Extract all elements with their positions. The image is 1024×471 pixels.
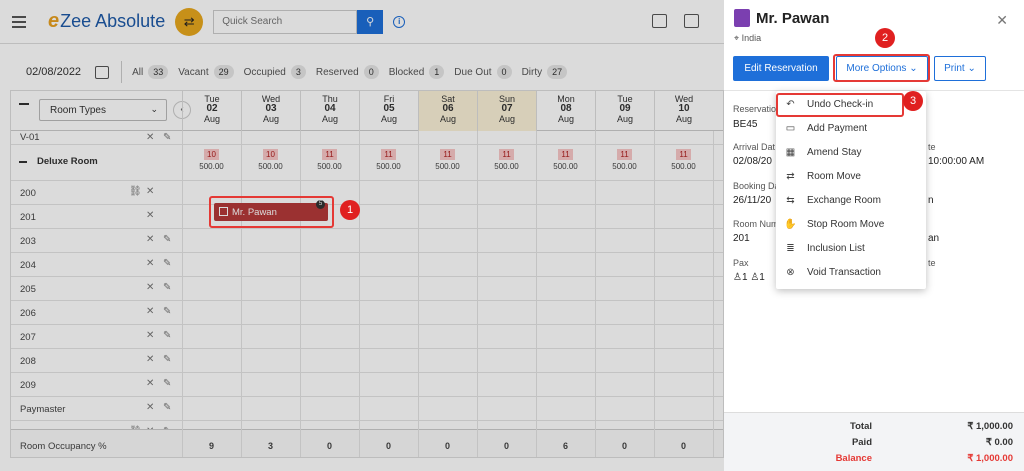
menu-item-exchange-room[interactable]: ⇆ Exchange Room	[776, 189, 926, 213]
room-number-value: 201	[733, 233, 750, 244]
void-icon: ⊗	[786, 267, 795, 278]
totals-section: Total ₹ 1,000.00 Paid ₹ 0.00 Balance ₹ 1,00…	[724, 412, 1024, 471]
arrival-label: Arrival Dat	[733, 142, 776, 152]
step-badge-2: 2	[875, 28, 895, 48]
hand-icon: ✋	[784, 219, 797, 230]
menu-item-inclusion-list[interactable]: ≣ Inclusion List	[776, 237, 926, 261]
location-icon: ⌖	[734, 33, 740, 43]
close-icon[interactable]: ✕	[996, 12, 1008, 29]
menu-item-room-move[interactable]: ⇄ Room Move	[776, 165, 926, 189]
menu-item-label: Exchange Room	[807, 195, 881, 206]
booking-date-value: 26/11/20	[733, 195, 772, 206]
modal-backdrop[interactable]	[0, 0, 724, 471]
arrival-value: 02/08/20	[733, 156, 772, 167]
departure-label: te	[928, 142, 936, 152]
guest-country: ⌖ India	[734, 33, 762, 43]
menu-item-label: Add Payment	[807, 123, 868, 134]
card-icon: ▭	[785, 123, 796, 134]
exchange-icon: ⇆	[786, 195, 795, 206]
booking-highlight	[209, 196, 334, 228]
more-options-highlight	[833, 54, 930, 82]
total-label: Total	[850, 421, 872, 432]
edit-reservation-button[interactable]: Edit Reservation	[733, 56, 829, 81]
reservation-value: BE45	[733, 119, 758, 130]
list-icon: ≣	[786, 243, 795, 254]
calendar-icon: ▦	[785, 147, 796, 158]
print-button[interactable]: Print ⌄	[934, 56, 986, 81]
paid-value: ₹ 0.00	[985, 437, 1013, 448]
bed-icon: ⇄	[786, 171, 795, 182]
menu-item-label: Room Move	[807, 171, 861, 182]
departure-value: 10:00:00 AM	[928, 156, 985, 167]
step-badge-1: 1	[340, 200, 360, 220]
menu-item-void-transaction[interactable]: ⊗ Void Transaction	[776, 261, 926, 285]
menu-item-label: Void Transaction	[807, 267, 881, 278]
child-icon: ♙	[750, 272, 760, 283]
undo-checkin-highlight	[776, 93, 904, 117]
total-value: ₹ 1,000.00	[967, 421, 1013, 432]
menu-item-label: Stop Room Move	[807, 219, 885, 230]
more-options-menu: ↶ Undo Check-in ▭ Add Payment ▦ Amend Stay ⇄ Ro…	[776, 91, 926, 289]
menu-item-amend-stay[interactable]: ▦ Amend Stay	[776, 141, 926, 165]
booking-date-label: Booking Da	[733, 181, 780, 191]
room-number-label: Room Num	[733, 219, 779, 229]
pax-right-label: te	[928, 258, 936, 268]
balance-label: Balance	[835, 453, 872, 464]
paid-label: Paid	[851, 437, 872, 448]
reservation-icon	[734, 9, 750, 27]
panel-title: Mr. Pawan	[734, 9, 829, 27]
pax-label: Pax	[733, 258, 749, 268]
menu-item-label: Amend Stay	[807, 147, 862, 158]
chevron-down-icon: ⌄	[967, 63, 976, 74]
pax-value: ♙1 ♙1	[733, 272, 765, 283]
booking-right-value: n	[928, 195, 934, 206]
reservation-label: Reservation	[733, 104, 782, 114]
menu-item-add-payment[interactable]: ▭ Add Payment	[776, 117, 926, 141]
adult-icon: ♙	[733, 272, 742, 283]
menu-item-stop-room-move[interactable]: ✋ Stop Room Move	[776, 213, 926, 237]
menu-item-label: Inclusion List	[807, 243, 865, 254]
balance-value: ₹ 1,000.00	[967, 453, 1013, 464]
room-right-value: an	[928, 233, 940, 244]
step-badge-3: 3	[903, 91, 923, 111]
